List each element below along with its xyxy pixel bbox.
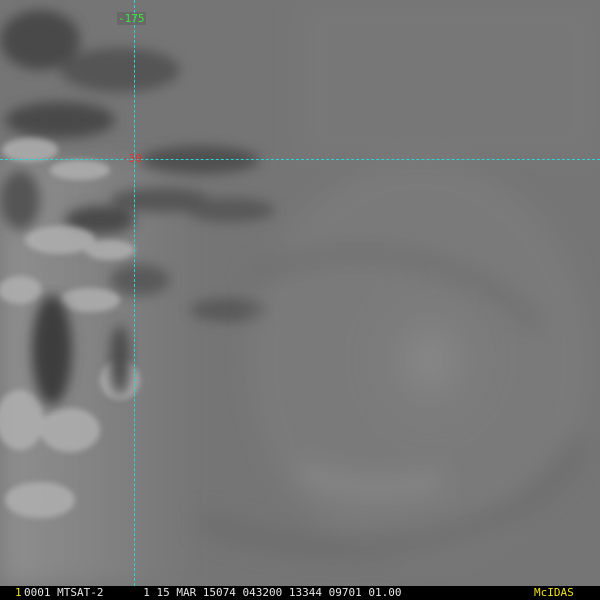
latitude-label: -30	[122, 152, 142, 165]
image-metadata-text: 0001 MTSAT-2 1 15 MAR 15074 043200 13344…	[24, 586, 402, 599]
satellite-cloud-image: -175 -30	[0, 0, 600, 586]
longitude-label: -175	[117, 12, 146, 25]
satellite-viewer: -175 -30 1 0001 MTSAT-2 1 15 MAR 15074 0…	[0, 0, 600, 600]
status-bar: 1 0001 MTSAT-2 1 15 MAR 15074 043200 133…	[0, 586, 600, 600]
frame-number: 1	[15, 586, 22, 599]
latitude-grid-line	[0, 159, 600, 160]
software-label: McIDAS	[534, 586, 574, 599]
longitude-grid-line	[134, 0, 135, 586]
